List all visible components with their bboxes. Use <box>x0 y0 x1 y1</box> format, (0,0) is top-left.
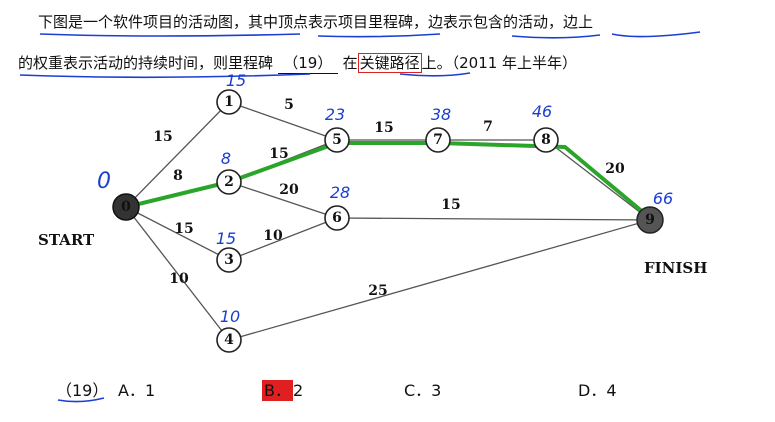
weight-0-1: 15 <box>153 129 172 145</box>
weight-6-9: 15 <box>441 197 460 213</box>
hand-time-4: 10 <box>220 307 240 326</box>
weight-5-7: 15 <box>374 120 393 136</box>
hand-time-9: 66 <box>653 189 673 208</box>
option-b-value: 2 <box>292 381 304 400</box>
edge-1-5 <box>228 101 338 141</box>
node-label-9: 9 <box>645 212 655 228</box>
node-label-0: 0 <box>121 199 131 215</box>
edge-3-6 <box>228 217 338 261</box>
hand-time-0: 0 <box>97 169 111 194</box>
hand-time-2: 8 <box>221 149 231 168</box>
option-d[interactable]: D．4 <box>578 377 617 401</box>
node-label-1: 1 <box>224 94 234 110</box>
weight-3-6: 10 <box>263 228 283 244</box>
question-number: （19） <box>56 381 109 400</box>
weight-0-2: 8 <box>173 168 183 184</box>
node-label-7: 7 <box>433 132 443 148</box>
node-label-5: 5 <box>332 132 342 148</box>
weight-0-3: 15 <box>174 221 193 237</box>
hand-time-5: 23 <box>325 105 345 124</box>
option-b[interactable]: B． 2 <box>262 377 303 401</box>
answer-options: （19） A．1 B． 2 C．3 D．4 <box>56 377 756 401</box>
option-c[interactable]: C．3 <box>404 377 441 401</box>
edge-0-1 <box>125 101 230 208</box>
hand-time-1: 15 <box>226 71 246 90</box>
node-label-6: 6 <box>332 210 342 226</box>
weight-4-9: 25 <box>368 283 387 299</box>
node-label-4: 4 <box>224 332 234 348</box>
edge-4-9 <box>228 219 651 341</box>
weight-2-5: 15 <box>269 146 288 162</box>
activity-graph: 15 8 15 10 5 15 20 10 15 7 20 15 25 0 1 … <box>19 31 701 403</box>
hand-time-8: 46 <box>532 102 552 121</box>
option-b-selected-marker: B． <box>262 380 293 401</box>
edges <box>125 101 651 341</box>
hand-time-7: 38 <box>431 105 451 124</box>
node-label-8: 8 <box>541 132 551 148</box>
weight-2-6: 20 <box>279 182 299 198</box>
weight-8-9: 20 <box>605 161 625 177</box>
weight-7-8: 7 <box>483 119 493 135</box>
finish-label: FINISH <box>644 259 708 277</box>
node-label-2: 2 <box>224 174 234 190</box>
hand-time-3: 15 <box>216 229 236 248</box>
hand-time-6: 28 <box>330 183 350 202</box>
edge-8-9 <box>545 139 651 221</box>
weight-1-5: 5 <box>284 97 294 113</box>
weight-0-4: 10 <box>169 271 189 287</box>
critical-path-highlight <box>125 141 652 220</box>
edge-6-9 <box>336 217 651 221</box>
node-label-3: 3 <box>224 252 234 268</box>
start-label: START <box>38 231 95 249</box>
option-a[interactable]: A．1 <box>118 377 155 401</box>
